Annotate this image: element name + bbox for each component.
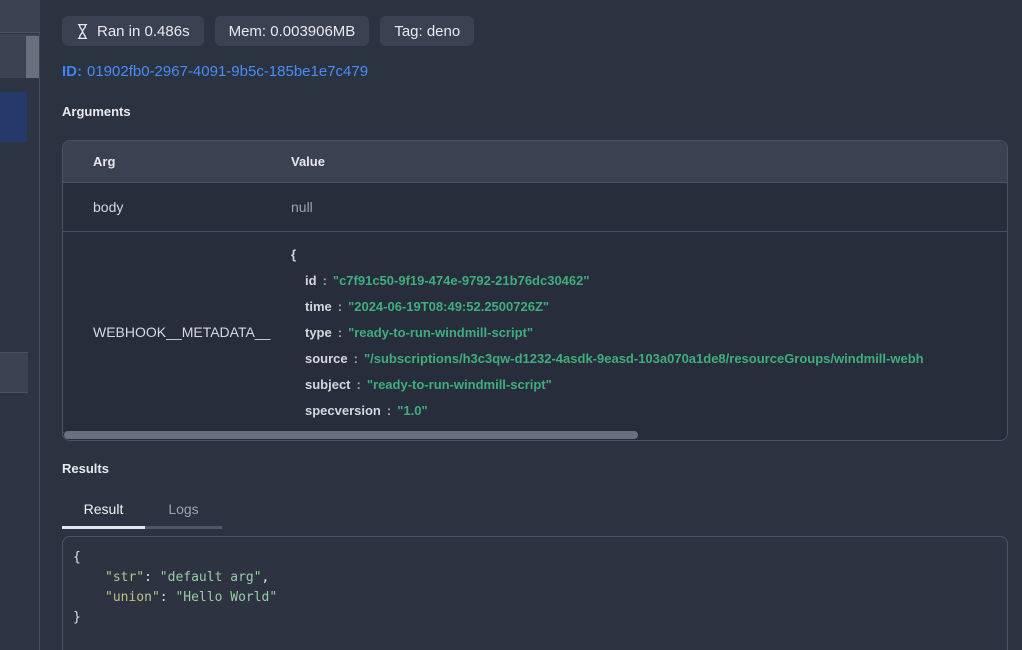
sidebar-scrollbar-thumb[interactable] <box>26 36 39 78</box>
code-sep: : <box>144 570 160 585</box>
code-string: "default arg" <box>160 570 262 585</box>
webhook-metadata-json: { id: "c7f91c50-9f19-474e-9792-21b76dc304… <box>291 232 1007 432</box>
job-id-line: ID: 01902fb0-2967-4091-9b5c-185be1e7c479 <box>62 63 368 80</box>
table-row-body: body null <box>63 183 1007 232</box>
sidebar-item[interactable] <box>0 352 28 393</box>
arg-name: WEBHOOK__METADATA__ <box>63 232 291 432</box>
json-key: subject <box>305 377 351 392</box>
column-header-arg: Arg <box>63 154 291 169</box>
tag-badge: Tag: deno <box>380 16 474 46</box>
json-value: "ready-to-run-windmill-script" <box>367 377 552 392</box>
sidebar-panel-block <box>0 34 40 78</box>
code-key: "union" <box>105 590 160 605</box>
hourglass-icon <box>76 23 89 40</box>
json-key: type <box>305 325 332 340</box>
sidebar-header-block <box>0 0 40 33</box>
arguments-table: Arg Value body null WEBHOOK__METADATA__ … <box>62 140 1008 441</box>
job-id-value[interactable]: 01902fb0-2967-4091-9b5c-185be1e7c479 <box>87 63 368 80</box>
memory-badge-label: Mem: 0.003906MB <box>229 23 356 40</box>
table-row-webhook-metadata: WEBHOOK__METADATA__ { id: "c7f91c50-9f19-… <box>63 232 1007 433</box>
json-colon: : <box>323 273 327 288</box>
horizontal-scrollbar-thumb[interactable] <box>64 431 638 439</box>
tag-badge-label: Tag: deno <box>394 23 460 40</box>
job-id-label: ID: <box>62 63 82 80</box>
json-colon: : <box>357 377 361 392</box>
json-colon: : <box>338 299 342 314</box>
json-value: "1.0" <box>397 403 427 418</box>
code-line-close: } <box>73 608 997 628</box>
code-string: "Hello World" <box>175 590 277 605</box>
json-colon: : <box>387 403 391 418</box>
json-key: source <box>305 351 348 366</box>
tab-logs[interactable]: Logs <box>145 494 222 529</box>
app-sidebar <box>0 0 40 650</box>
code-line-open: { <box>73 548 997 568</box>
code-key: "str" <box>105 570 144 585</box>
json-key: specversion <box>305 403 381 418</box>
runtime-badge-label: Ran in 0.486s <box>97 23 190 40</box>
column-header-value: Value <box>291 154 1007 169</box>
json-value: "/subscriptions/h3c3qw-d1232-4asdk-9easd… <box>364 351 924 366</box>
code-line-str: "str": "default arg", <box>73 568 997 588</box>
results-tabs: Result Logs <box>62 494 222 529</box>
arg-value-null: null <box>291 199 1007 215</box>
json-open-brace: { <box>291 247 296 262</box>
runtime-badge: Ran in 0.486s <box>62 16 204 46</box>
memory-badge: Mem: 0.003906MB <box>215 16 370 46</box>
json-value: "2024-06-19T08:49:52.2500726Z" <box>348 299 549 314</box>
json-colon: : <box>338 325 342 340</box>
code-comma: , <box>262 570 270 585</box>
arg-name: body <box>63 199 291 215</box>
arguments-title: Arguments <box>62 104 131 119</box>
sidebar-item-selected[interactable] <box>0 92 27 142</box>
json-colon: : <box>354 351 358 366</box>
result-code-block: { "str": "default arg", "union": "Hello … <box>62 536 1008 650</box>
json-key: time <box>305 299 332 314</box>
job-run-page: Ran in 0.486s Mem: 0.003906MB Tag: deno … <box>0 0 1022 650</box>
code-line-union: "union": "Hello World" <box>73 588 997 608</box>
json-value: "c7f91c50-9f19-474e-9792-21b76dc30462" <box>333 273 590 288</box>
arguments-table-header: Arg Value <box>63 141 1007 183</box>
json-value: "ready-to-run-windmill-script" <box>348 325 533 340</box>
tab-result[interactable]: Result <box>62 494 145 529</box>
horizontal-scrollbar <box>64 431 1008 439</box>
run-stats-badges: Ran in 0.486s Mem: 0.003906MB Tag: deno <box>62 16 474 46</box>
code-sep: : <box>160 590 176 605</box>
json-key: id <box>305 273 317 288</box>
results-title: Results <box>62 461 109 476</box>
